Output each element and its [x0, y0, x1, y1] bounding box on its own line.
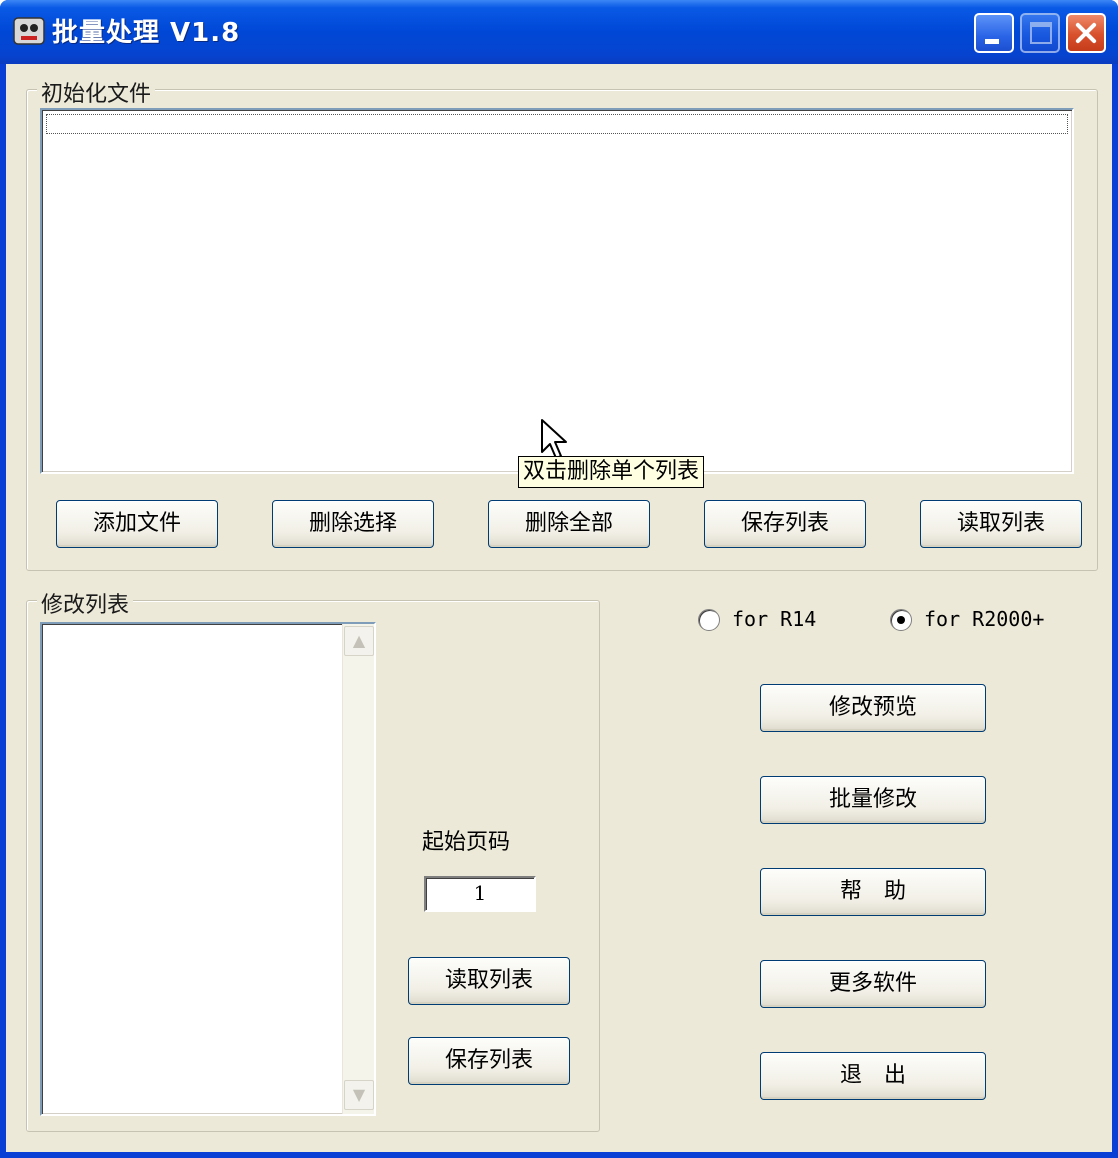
modify-list-scrollbar[interactable]: ▲ ▼	[342, 624, 374, 1114]
scroll-down-arrow-icon[interactable]: ▼	[344, 1080, 374, 1110]
title-bar[interactable]: 批量处理 V1.8	[0, 0, 1118, 64]
preview-button[interactable]: 修改预览	[760, 684, 986, 732]
read-list-button[interactable]: 读取列表	[920, 500, 1082, 548]
exit-button[interactable]: 退 出	[760, 1052, 986, 1100]
scroll-up-arrow-icon[interactable]: ▲	[344, 626, 374, 656]
app-window: 批量处理 V1.8 初始化文件 添加文件 删除选择 删除全部 保存列表 读取列表	[0, 0, 1118, 1158]
minimize-icon	[985, 39, 999, 44]
add-file-button[interactable]: 添加文件	[56, 500, 218, 548]
start-page-label: 起始页码	[422, 830, 511, 855]
minimize-button[interactable]	[974, 13, 1014, 53]
help-button[interactable]: 帮 助	[760, 868, 986, 916]
save-list-button[interactable]: 保存列表	[704, 500, 866, 548]
modify-listbox[interactable]: ▲ ▼	[40, 622, 376, 1116]
maximize-icon	[1030, 22, 1052, 44]
more-software-button[interactable]: 更多软件	[760, 960, 986, 1008]
radio-r2000[interactable]	[890, 609, 912, 631]
start-page-input[interactable]: 1	[424, 876, 536, 912]
modify-read-list-button[interactable]: 读取列表	[408, 957, 570, 1005]
maximize-button[interactable]	[1020, 13, 1060, 53]
delete-all-button[interactable]: 删除全部	[488, 500, 650, 548]
window-title: 批量处理 V1.8	[52, 18, 241, 48]
init-files-group-label: 初始化文件	[37, 76, 156, 108]
dialog-client-area: 初始化文件 添加文件 删除选择 删除全部 保存列表 读取列表 修改列表 ▲ ▼ …	[6, 64, 1112, 1152]
list-focus-row[interactable]	[46, 114, 1068, 134]
modify-list-group-label: 修改列表	[37, 587, 134, 619]
tooltip: 双击删除单个列表	[518, 456, 705, 488]
radio-r14[interactable]	[698, 609, 720, 631]
batch-modify-button[interactable]: 批量修改	[760, 776, 986, 824]
radio-r2000-label[interactable]: for R2000+	[924, 607, 1044, 631]
modify-save-list-button[interactable]: 保存列表	[408, 1037, 570, 1085]
delete-selected-button[interactable]: 删除选择	[272, 500, 434, 548]
close-button[interactable]	[1066, 13, 1106, 53]
radio-selected-dot-icon	[897, 616, 905, 624]
close-icon	[1075, 22, 1097, 44]
app-icon	[13, 17, 45, 45]
radio-r14-label[interactable]: for R14	[732, 607, 816, 631]
